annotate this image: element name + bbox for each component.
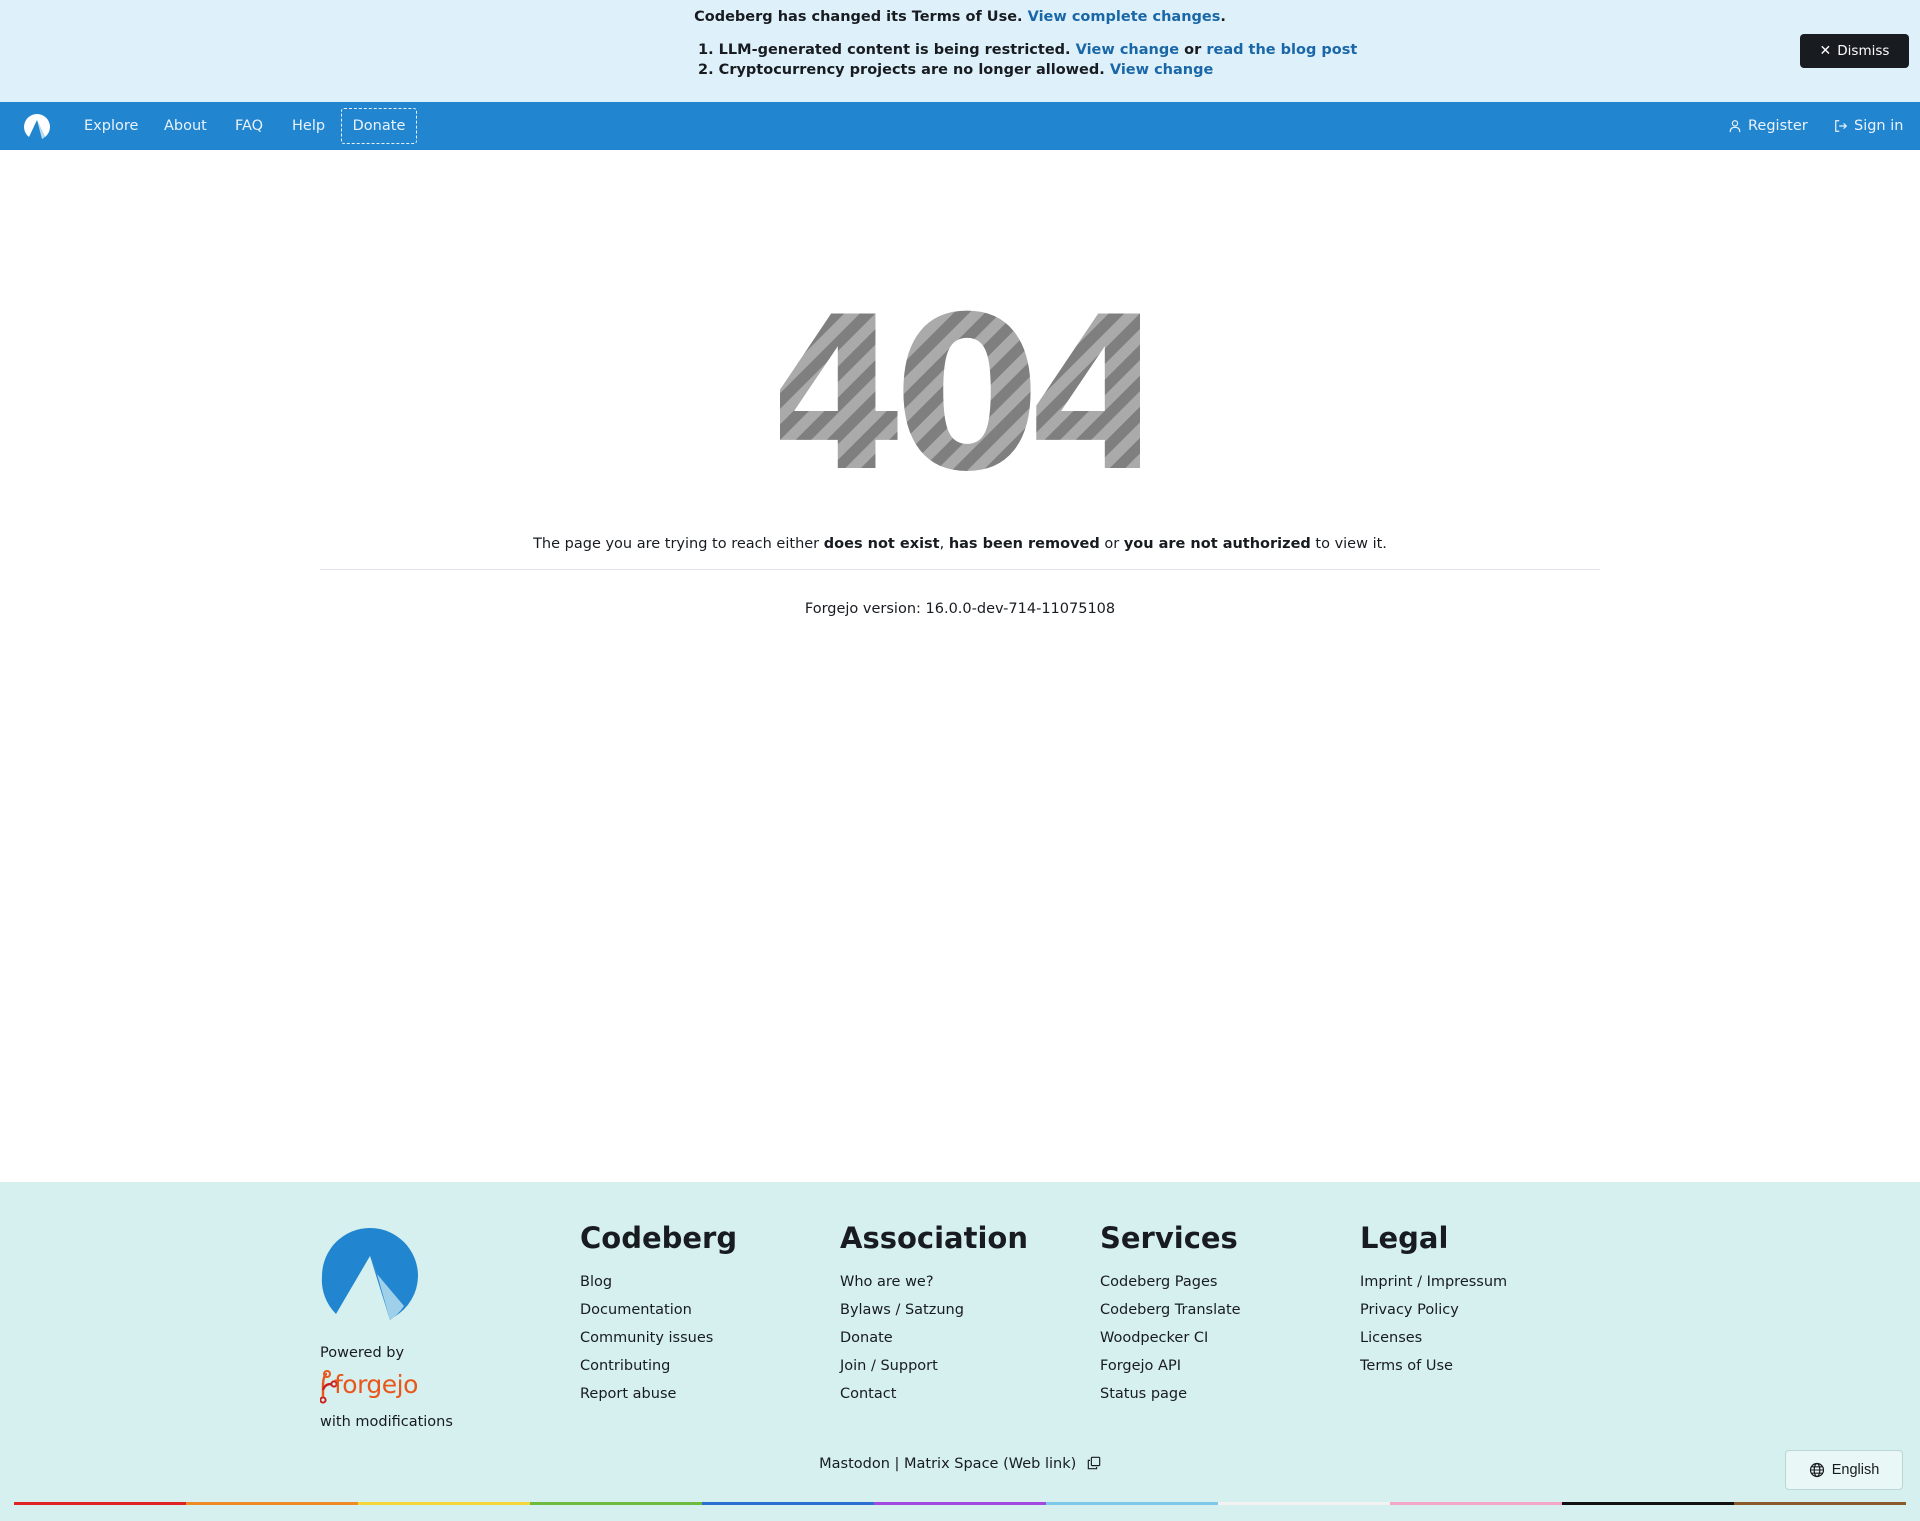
footer-link-community-issues[interactable]: Community issues — [580, 1328, 737, 1348]
error-text: , — [939, 536, 945, 552]
nav-explore[interactable]: Explore — [84, 102, 138, 150]
llm-restriction-text: LLM-generated content is being restricte… — [718, 42, 1071, 58]
announcement-banner: Codeberg has changed its Terms of Use. V… — [0, 0, 1920, 102]
footer-column-title: Codeberg — [580, 1221, 738, 1255]
error-404-graphic: 404 — [780, 300, 1140, 480]
banner-intro-end: . — [1220, 9, 1226, 25]
link-separator: | — [894, 1456, 900, 1472]
nav-about[interactable]: About — [164, 102, 207, 150]
nav-help[interactable]: Help — [292, 102, 325, 150]
rainbow-segment — [1390, 1502, 1562, 1505]
footer-column-title: Services — [1100, 1221, 1238, 1255]
sign-in-label: Sign in — [1854, 118, 1904, 134]
footer-link-join-support[interactable]: Join / Support — [840, 1356, 1028, 1376]
nav-donate-button[interactable]: Donate — [341, 108, 417, 144]
footer-link-who-are-we[interactable]: Who are we? — [840, 1272, 1028, 1292]
matrix-space-link[interactable]: Matrix Space (Web link) — [904, 1456, 1076, 1472]
list-number: 2. — [698, 62, 714, 78]
error-text: The page you are trying to reach either — [533, 536, 820, 552]
rainbow-segment — [14, 1502, 186, 1505]
view-llm-change-link[interactable]: View change — [1076, 42, 1179, 58]
user-icon — [1729, 120, 1741, 133]
dismiss-label: Dismiss — [1837, 43, 1890, 59]
forgejo-version: Forgejo version: 16.0.0-dev-714-11075108 — [804, 601, 1116, 617]
rainbow-segment — [702, 1502, 874, 1505]
language-label: English — [1831, 1462, 1880, 1478]
view-crypto-change-link[interactable]: View change — [1110, 62, 1213, 78]
rainbow-stripe — [14, 1502, 1906, 1505]
with-modifications-text: with modifications — [320, 1414, 453, 1430]
codeberg-footer-logo — [321, 1228, 418, 1320]
footer-link-forgejo-api[interactable]: Forgejo API — [1100, 1356, 1241, 1376]
rainbow-segment — [186, 1502, 358, 1505]
footer-link-documentation[interactable]: Documentation — [580, 1300, 737, 1320]
page-footer: Powered by forgejo with modifications Co… — [0, 1182, 1920, 1521]
powered-by-text: Powered by — [320, 1345, 405, 1361]
footer-link-blog[interactable]: Blog — [580, 1272, 737, 1292]
globe-icon — [1809, 1462, 1824, 1478]
codeberg-logo-icon — [24, 114, 50, 139]
footer-link-bylaws[interactable]: Bylaws / Satzung — [840, 1300, 1028, 1320]
register-link[interactable]: Register — [1728, 102, 1808, 150]
banner-intro: Codeberg has changed its Terms of Use. V… — [0, 7, 1920, 27]
language-selector[interactable]: English — [1785, 1450, 1903, 1490]
error-text: to view it. — [1315, 536, 1387, 552]
footer-column-codeberg: Codeberg Blog Documentation Community is… — [580, 1218, 737, 1412]
footer-column-legal: Legal Imprint / Impressum Privacy Policy… — [1360, 1218, 1507, 1384]
register-label: Register — [1748, 118, 1808, 134]
error-code: 404 — [780, 300, 1140, 480]
banner-list-item: 1. LLM-generated content is being restri… — [698, 40, 1357, 60]
footer-social-links: Mastodon | Matrix Space (Web link) — [0, 1454, 1920, 1474]
rainbow-segment — [874, 1502, 1046, 1505]
error-text-bold: does not exist — [823, 536, 940, 552]
footer-link-donate[interactable]: Donate — [840, 1328, 1028, 1348]
nav-faq[interactable]: FAQ — [235, 102, 263, 150]
footer-link-status-page[interactable]: Status page — [1100, 1384, 1241, 1404]
footer-link-contact[interactable]: Contact — [840, 1384, 1028, 1404]
footer-link-contributing[interactable]: Contributing — [580, 1356, 737, 1376]
footer-column-title: Association — [840, 1221, 1028, 1255]
error-text-bold: you are not authorized — [1123, 536, 1311, 552]
footer-link-woodpecker-ci[interactable]: Woodpecker CI — [1100, 1328, 1241, 1348]
footer-column-association: Association Who are we? Bylaws / Satzung… — [840, 1218, 1028, 1412]
view-complete-changes-link[interactable]: View complete changes — [1028, 9, 1221, 25]
error-text: or — [1104, 536, 1120, 552]
close-icon: ✕ — [1819, 43, 1832, 59]
footer-link-licenses[interactable]: Licenses — [1360, 1328, 1507, 1348]
footer-column-title: Legal — [1360, 1221, 1449, 1255]
footer-link-report-abuse[interactable]: Report abuse — [580, 1384, 737, 1404]
rainbow-segment — [530, 1502, 702, 1505]
rainbow-segment — [1218, 1502, 1390, 1505]
top-navbar: Explore About FAQ Help Donate Register S… — [0, 102, 1920, 150]
mastodon-link[interactable]: Mastodon — [819, 1456, 890, 1472]
rainbow-segment — [1562, 1502, 1734, 1505]
footer-link-terms-of-use[interactable]: Terms of Use — [1360, 1356, 1507, 1376]
banner-list-item: 2. Cryptocurrency projects are no longer… — [698, 60, 1357, 80]
footer-link-imprint[interactable]: Imprint / Impressum — [1360, 1272, 1507, 1292]
rainbow-segment — [1734, 1502, 1906, 1505]
sign-in-link[interactable]: Sign in — [1834, 102, 1903, 150]
footer-column-services: Services Codeberg Pages Codeberg Transla… — [1100, 1218, 1241, 1412]
footer-link-privacy-policy[interactable]: Privacy Policy — [1360, 1300, 1507, 1320]
footer-link-codeberg-pages[interactable]: Codeberg Pages — [1100, 1272, 1241, 1292]
copy-icon[interactable] — [1087, 1456, 1101, 1470]
rainbow-segment — [1046, 1502, 1218, 1505]
crypto-restriction-text: Cryptocurrency projects are no longer al… — [718, 62, 1105, 78]
banner-intro-text: Codeberg has changed its Terms of Use. — [694, 9, 1023, 25]
banner-change-list: 1. LLM-generated content is being restri… — [698, 40, 1357, 80]
codeberg-home-logo[interactable] — [22, 112, 52, 142]
dismiss-button[interactable]: ✕ Dismiss — [1800, 34, 1909, 68]
content-divider — [320, 569, 1600, 570]
sign-in-icon — [1835, 120, 1848, 132]
error-message: The page you are trying to reach either … — [0, 534, 1920, 554]
list-number: 1. — [698, 42, 714, 58]
or-text: or — [1184, 42, 1202, 58]
footer-link-codeberg-translate[interactable]: Codeberg Translate — [1100, 1300, 1241, 1320]
error-text-bold: has been removed — [948, 536, 1100, 552]
read-blog-post-link[interactable]: read the blog post — [1206, 42, 1357, 58]
rainbow-segment — [358, 1502, 530, 1505]
forgejo-wordmark: forgejo — [334, 1370, 418, 1399]
